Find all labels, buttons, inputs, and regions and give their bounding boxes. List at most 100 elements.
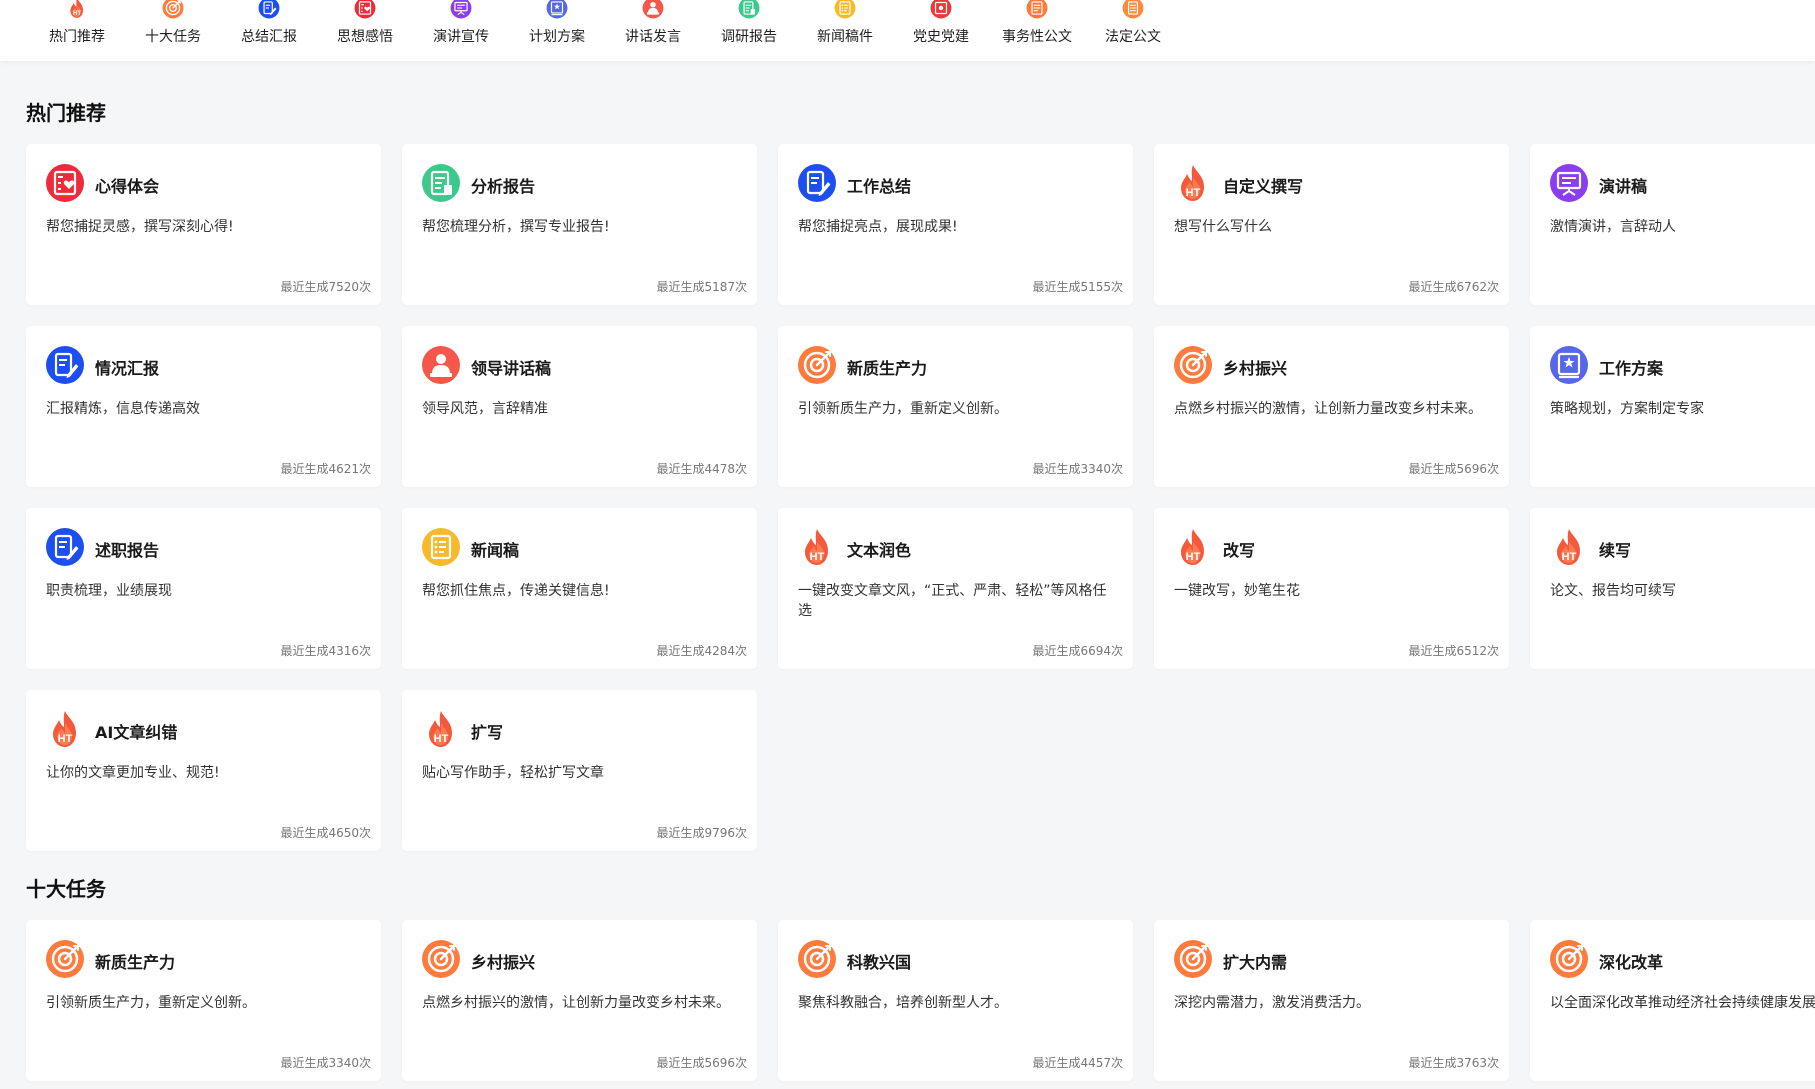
card-title: 扩写 xyxy=(471,723,504,742)
template-card[interactable]: HT 扩写 贴心写作助手，轻松扩写文章 最近生成9796次 xyxy=(402,690,757,851)
card-title: 扩大内需 xyxy=(1223,953,1288,972)
nav-item-label: 演讲宣传 xyxy=(433,29,489,45)
template-card[interactable]: 新质生产力 引领新质生产力，重新定义创新。 最近生成3340次 xyxy=(26,920,381,1081)
svg-text:HT: HT xyxy=(58,733,73,745)
nav-item-8[interactable]: 新闻稿件 xyxy=(797,0,893,61)
template-card[interactable]: HT 改写 一键改写，妙笔生花 最近生成6512次 xyxy=(1154,508,1509,669)
nav-item-1[interactable]: 十大任务 xyxy=(125,0,221,61)
svg-text:HT: HT xyxy=(73,11,81,17)
nav-item-label: 事务性公文 xyxy=(1002,29,1072,45)
card-description: 以全面深化改革推动经济社会持续健康发展 xyxy=(1550,995,1815,1011)
nav-item-label: 调研报告 xyxy=(721,29,777,45)
report-icon xyxy=(738,0,760,19)
fire-icon: HT xyxy=(1173,527,1213,567)
fire-icon: HT xyxy=(1173,163,1213,203)
nav-item-2[interactable]: 总结汇报 xyxy=(221,0,317,61)
card-description: 论文、报告均可续写 xyxy=(1550,583,1676,599)
template-card[interactable]: 述职报告 职责梳理，业绩展现 最近生成4316次 xyxy=(26,508,381,669)
target-icon xyxy=(797,345,837,385)
card-title: 文本润色 xyxy=(847,541,912,560)
template-card[interactable]: HT续写论文、报告均可续写最近生 xyxy=(1530,508,1815,669)
card-title: 续写 xyxy=(1599,541,1632,560)
template-card[interactable]: 演讲稿激情演讲，言辞动人最近生成 xyxy=(1530,144,1815,305)
nav-item-label: 总结汇报 xyxy=(241,29,297,45)
template-card[interactable]: HT 自定义撰写 想写什么写什么 最近生成6762次 xyxy=(1154,144,1509,305)
template-card[interactable]: 科教兴国 聚焦科教融合，培养创新型人才。 最近生成4457次 xyxy=(778,920,1133,1081)
card-title: 工作总结 xyxy=(847,177,912,196)
card-description: 汇报精炼，信息传递高效 xyxy=(46,401,200,417)
template-card[interactable]: HT AI文章纠错让你的文章更加专业、规范! 最近生成4650次 xyxy=(26,690,381,851)
fire-icon: HT xyxy=(1549,527,1589,567)
template-card[interactable]: 工作总结 帮您捕捉亮点，展现成果! 最近生成5155次 xyxy=(778,144,1133,305)
nav-item-5[interactable]: 计划方案 xyxy=(509,0,605,61)
target-icon xyxy=(45,939,85,979)
card-description: 激情演讲，言辞动人 xyxy=(1550,219,1676,235)
template-card[interactable]: 情况汇报 汇报精炼，信息传递高效 最近生成4621次 xyxy=(26,326,381,487)
svg-text:HT: HT xyxy=(810,551,825,563)
news-icon xyxy=(421,527,461,567)
nav-item-11[interactable]: 法定公文 xyxy=(1085,0,1181,61)
nav-item-9[interactable]: 党史党建 xyxy=(893,0,989,61)
nav-item-label: 热门推荐 xyxy=(49,29,105,45)
template-card[interactable]: 新闻稿 帮您抓住焦点，传递关键信息! 最近生成4284次 xyxy=(402,508,757,669)
section-title-hot: 热门推荐 xyxy=(26,101,106,125)
card-title: 心得体会 xyxy=(95,177,160,196)
card-usage-count: 最近生成3763次 xyxy=(1408,1056,1499,1070)
nav-item-label: 党史党建 xyxy=(913,29,969,45)
template-card[interactable]: 领导讲话稿领导风范，言辞精准最近生成4478次 xyxy=(402,326,757,487)
card-title: 分析报告 xyxy=(471,177,536,196)
template-card[interactable]: 乡村振兴 点燃乡村振兴的激情，让创新力量改变乡村未来。 最近生成5696次 xyxy=(402,920,757,1081)
nav-item-3[interactable]: 思想感悟 xyxy=(317,0,413,61)
doc-pen-icon xyxy=(45,527,85,567)
nav-item-7[interactable]: 调研报告 xyxy=(701,0,797,61)
plan-icon xyxy=(546,0,568,19)
card-usage-count: 最近生成6762次 xyxy=(1408,280,1499,294)
doc-pen-icon xyxy=(258,0,280,19)
template-card[interactable]: 心得体会 帮您捕捉灵感，撰写深刻心得! 最近生成7520次 xyxy=(26,144,381,305)
template-card[interactable]: 深化改革以全面深化改革推动经济社会持续健康发展最近生 xyxy=(1530,920,1815,1081)
nav-item-6[interactable]: 讲话发言 xyxy=(605,0,701,61)
card-description: 帮您梳理分析，撰写专业报告! xyxy=(422,219,610,235)
card-description: 领导风范，言辞精准 xyxy=(422,401,548,417)
template-card[interactable]: 分析报告 帮您梳理分析，撰写专业报告! 最近生成5187次 xyxy=(402,144,757,305)
card-title: 新质生产力 xyxy=(95,953,176,972)
card-description: 深挖内需潜力，激发消费活力。 xyxy=(1174,995,1370,1011)
card-description: 让你的文章更加专业、规范! xyxy=(46,765,220,781)
nav-item-label: 计划方案 xyxy=(529,29,585,45)
svg-text:HT: HT xyxy=(1186,551,1201,563)
card-usage-count: 最近生成4621次 xyxy=(280,462,371,476)
template-card[interactable]: HT 文本润色 一键改变文章文风，“正式、严肃、轻松”等风格任选 最近生成6694次 xyxy=(778,508,1133,669)
nav-item-10[interactable]: 事务性公文 xyxy=(989,0,1085,61)
card-title: 工作方案 xyxy=(1599,359,1664,378)
nav-item-0[interactable]: HT 热门推荐 xyxy=(29,0,125,61)
card-description: 一键改写，妙笔生花 xyxy=(1174,583,1300,599)
card-title: 领导讲话稿 xyxy=(471,359,552,378)
speaker-icon xyxy=(421,345,461,385)
news-icon xyxy=(834,0,856,19)
card-description: 点燃乡村振兴的激情，让创新力量改变乡村未来。 xyxy=(1174,401,1482,417)
card-description: 帮您捕捉亮点，展现成果! xyxy=(798,219,958,235)
card-title: AI文章纠错 xyxy=(95,723,178,742)
card-title: 演讲稿 xyxy=(1599,177,1648,196)
section-title-tasks: 十大任务 xyxy=(26,877,106,901)
nav-item-label: 讲话发言 xyxy=(625,29,681,45)
template-card[interactable]: 新质生产力 引领新质生产力，重新定义创新。 最近生成3340次 xyxy=(778,326,1133,487)
doc-pen-icon xyxy=(797,163,837,203)
target-icon xyxy=(1173,345,1213,385)
card-description: 引领新质生产力，重新定义创新。 xyxy=(798,401,1008,417)
target-icon xyxy=(1549,939,1589,979)
tasks-card-grid: 新质生产力 引领新质生产力，重新定义创新。 最近生成3340次 乡村振兴 点燃乡村振兴的… xyxy=(26,920,1815,1081)
template-card[interactable]: 扩大内需深挖内需潜力，激发消费活力。最近生成3763次 xyxy=(1154,920,1509,1081)
nav-item-4[interactable]: 演讲宣传 xyxy=(413,0,509,61)
card-usage-count: 最近生成4457次 xyxy=(1032,1056,1123,1070)
card-usage-count: 最近生成4478次 xyxy=(656,462,747,476)
doc-pen-icon xyxy=(45,345,85,385)
plan-icon xyxy=(1549,345,1589,385)
presentation-icon xyxy=(450,0,472,19)
template-card[interactable]: 乡村振兴 点燃乡村振兴的激情，让创新力量改变乡村未来。 最近生成5696次 xyxy=(1154,326,1509,487)
template-card[interactable]: 工作方案策略规划，方案制定专家最近生 xyxy=(1530,326,1815,487)
heart-doc-icon xyxy=(354,0,376,19)
card-usage-count: 最近生成4650次 xyxy=(280,826,371,840)
fire-icon: HT xyxy=(66,0,88,19)
speaker-icon xyxy=(642,0,664,19)
